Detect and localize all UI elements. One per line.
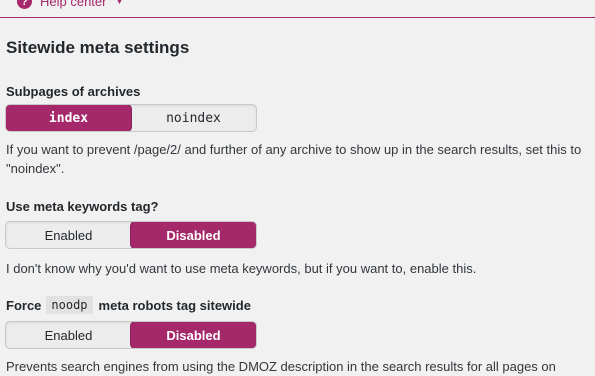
help-center-toggle[interactable]: ? Help center ▼: [17, 0, 124, 9]
option-enabled[interactable]: Enabled: [6, 222, 131, 248]
subpages-archives-toggle: index noindex: [5, 104, 257, 132]
subpages-archives-label: Subpages of archives: [6, 84, 141, 99]
help-bar: ? Help center ▼: [0, 0, 595, 18]
option-enabled[interactable]: Enabled: [6, 322, 131, 348]
force-noodp-label: Force noodp meta robots tag sitewide: [6, 296, 251, 314]
subpages-archives-help: If you want to prevent /page/2/ and furt…: [6, 142, 582, 176]
question-circle-icon: ?: [17, 0, 32, 9]
meta-keywords-help: I don't know why you'd want to use meta …: [6, 261, 477, 276]
sitewide-meta-settings-page: ? Help center ▼ Sitewide meta settings S…: [0, 0, 595, 376]
help-center-label: Help center: [40, 0, 107, 9]
meta-keywords-label: Use meta keywords tag?: [6, 199, 159, 214]
option-disabled[interactable]: Disabled: [131, 222, 256, 248]
force-noodp-help: Prevents search engines from using the D…: [6, 359, 556, 374]
option-noindex[interactable]: noindex: [131, 105, 256, 131]
option-disabled[interactable]: Disabled: [131, 322, 256, 348]
force-noodp-label-prefix: Force: [6, 297, 42, 313]
force-noodp-label-suffix: meta robots tag sitewide: [98, 297, 251, 313]
meta-keywords-toggle: Enabled Disabled: [5, 221, 257, 249]
force-noodp-toggle: Enabled Disabled: [5, 321, 257, 349]
option-index[interactable]: index: [6, 105, 131, 131]
chevron-down-icon: ▼: [114, 0, 125, 7]
noodp-code: noodp: [46, 296, 93, 314]
section-title: Sitewide meta settings: [6, 38, 190, 57]
